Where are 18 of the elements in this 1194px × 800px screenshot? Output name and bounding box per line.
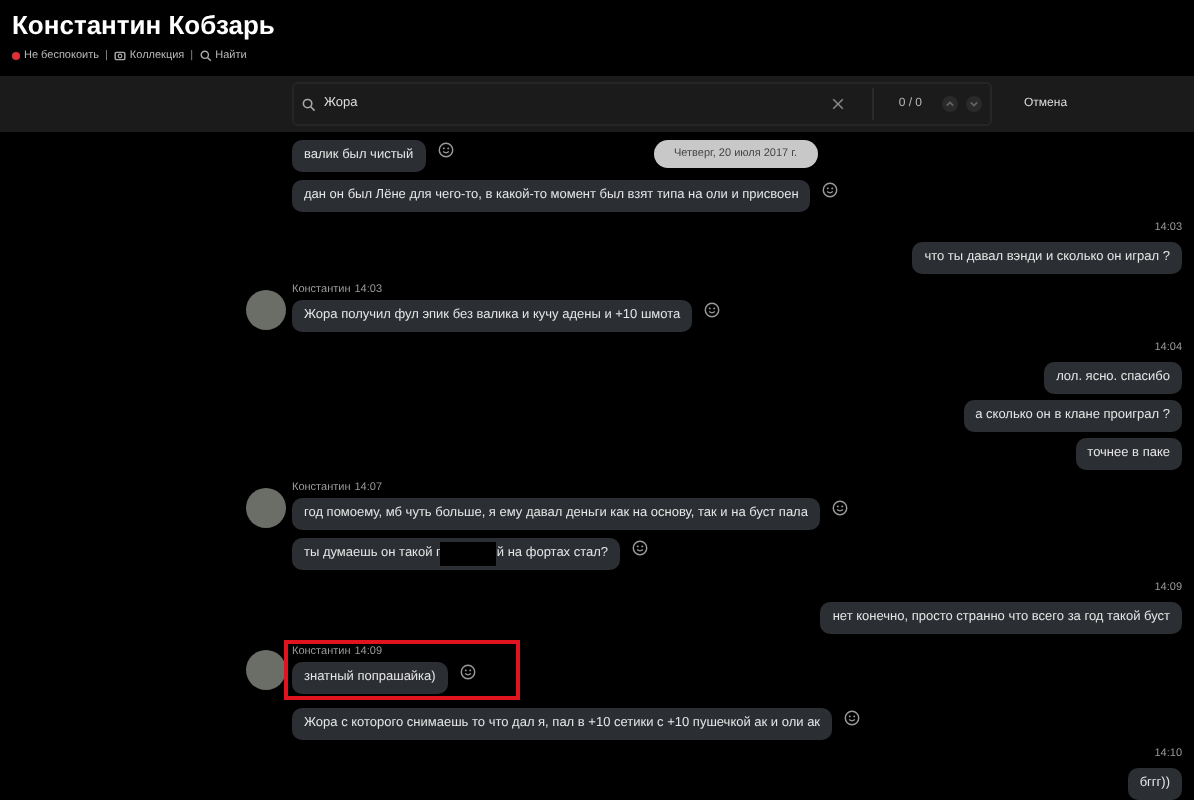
contact-name: Константин Кобзарь	[12, 10, 277, 42]
smiley-icon[interactable]	[437, 142, 454, 158]
avatar[interactable]	[246, 290, 286, 330]
redaction-block	[440, 542, 497, 566]
smiley-icon[interactable]	[459, 664, 476, 680]
smiley-icon[interactable]	[704, 302, 721, 318]
clear-icon[interactable]	[832, 98, 845, 110]
avatar[interactable]	[246, 650, 286, 690]
smiley-icon[interactable]	[632, 540, 649, 556]
chevron-up-icon[interactable]	[942, 96, 958, 112]
chevron-down-icon[interactable]	[966, 96, 982, 112]
smiley-icon[interactable]	[831, 500, 848, 516]
avatar[interactable]	[246, 488, 286, 528]
collection-icon	[113, 50, 126, 63]
smiley-icon[interactable]	[844, 710, 861, 726]
search-icon	[199, 50, 212, 63]
search-icon	[302, 97, 316, 111]
smiley-icon[interactable]	[822, 182, 839, 198]
